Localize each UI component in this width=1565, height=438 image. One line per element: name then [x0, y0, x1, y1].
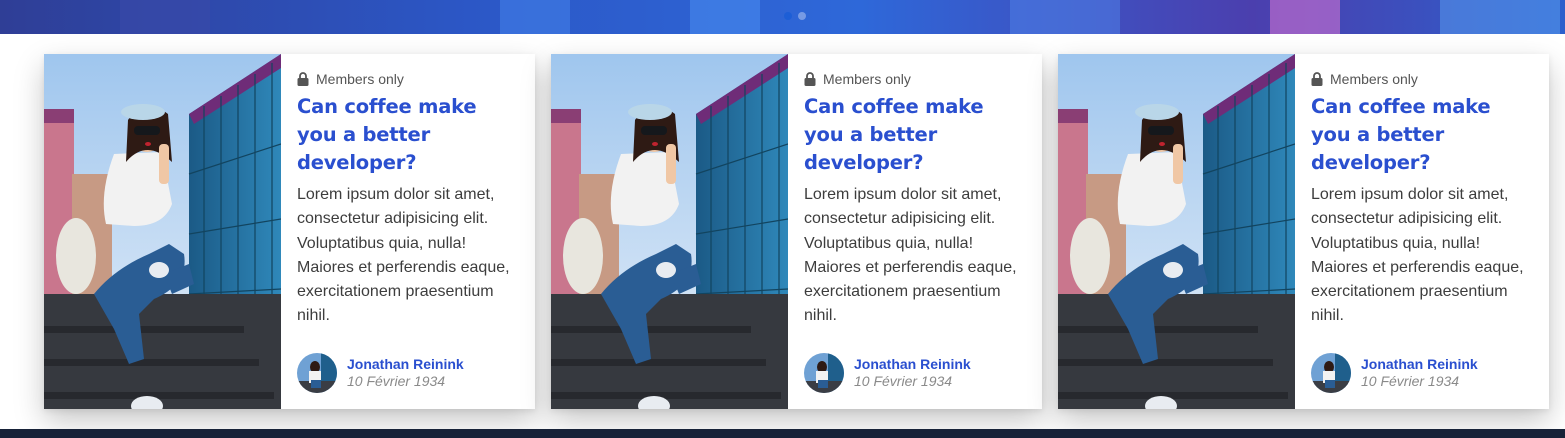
publish-date: 10 Février 1934 — [1361, 373, 1460, 389]
article-excerpt: Lorem ipsum dolor sit amet, consectetur … — [804, 186, 1017, 325]
tag-label: Members only — [823, 71, 911, 87]
author-block: Jonathan Reinink 10 Février 1934 — [1311, 353, 1478, 393]
card-body: Members only Can coffee make you a bette… — [281, 54, 535, 409]
article-photo — [44, 54, 281, 409]
article-title[interactable]: Can coffee make you a better developer? — [1311, 93, 1535, 177]
article-excerpt: Lorem ipsum dolor sit amet, consectetur … — [297, 186, 510, 325]
author-block: Jonathan Reinink 10 Février 1934 — [297, 353, 464, 393]
members-only-tag: Members only — [1311, 71, 1535, 87]
card-body: Members only Can coffee make you a bette… — [1295, 54, 1549, 409]
members-only-tag: Members only — [297, 71, 521, 87]
article-photo — [551, 54, 788, 409]
lock-icon — [297, 72, 309, 86]
article-excerpt: Lorem ipsum dolor sit amet, consectetur … — [1311, 186, 1524, 325]
article-card[interactable]: Members only Can coffee make you a bette… — [44, 54, 535, 409]
avatar[interactable] — [297, 353, 337, 393]
card-body: Members only Can coffee make you a bette… — [788, 54, 1042, 409]
hero-building-shape — [500, 0, 570, 34]
article-card[interactable]: Members only Can coffee make you a bette… — [1058, 54, 1549, 409]
author-name[interactable]: Jonathan Reinink — [854, 356, 971, 373]
author-name[interactable]: Jonathan Reinink — [1361, 356, 1478, 373]
lock-icon — [1311, 72, 1323, 86]
hero-building-shape — [1270, 0, 1340, 34]
tag-label: Members only — [316, 71, 404, 87]
article-photo — [1058, 54, 1295, 409]
article-title[interactable]: Can coffee make you a better developer? — [297, 93, 521, 177]
carousel-dot[interactable] — [798, 12, 806, 20]
lock-icon — [804, 72, 816, 86]
tag-label: Members only — [1330, 71, 1418, 87]
publish-date: 10 Février 1934 — [347, 373, 446, 389]
hero-banner — [0, 0, 1565, 34]
article-card[interactable]: Members only Can coffee make you a bette… — [551, 54, 1042, 409]
author-block: Jonathan Reinink 10 Février 1934 — [804, 353, 971, 393]
author-name[interactable]: Jonathan Reinink — [347, 356, 464, 373]
footer-bar — [0, 429, 1565, 438]
avatar[interactable] — [1311, 353, 1351, 393]
avatar[interactable] — [804, 353, 844, 393]
hero-building-shape — [1010, 0, 1120, 34]
hero-building-shape — [1440, 0, 1560, 34]
members-only-tag: Members only — [804, 71, 1028, 87]
publish-date: 10 Février 1934 — [854, 373, 953, 389]
hero-building-shape — [690, 0, 760, 34]
article-cards: Members only Can coffee make you a bette… — [44, 54, 1549, 409]
article-title[interactable]: Can coffee make you a better developer? — [804, 93, 1028, 177]
hero-figure-shape — [120, 0, 210, 34]
carousel-dots — [784, 12, 806, 20]
carousel-dot[interactable] — [784, 12, 792, 20]
